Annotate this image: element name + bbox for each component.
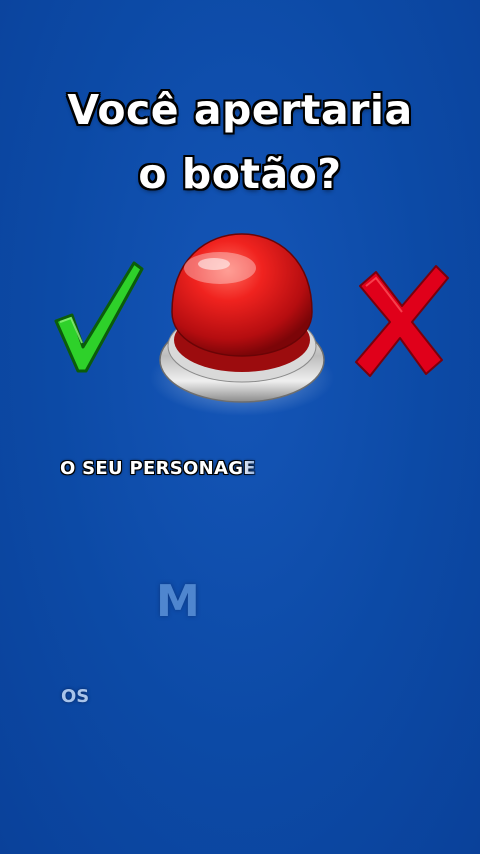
question-title-line-2: o botão?: [138, 150, 342, 198]
caption-letter: M: [156, 576, 200, 627]
caption-text: O SEU PERSONAGE: [60, 458, 256, 479]
green-checkmark-icon: [54, 261, 144, 373]
red-push-button-icon[interactable]: [150, 228, 334, 416]
video-frame: Você apertaria o botão? O SEU PERSONAGE …: [0, 0, 480, 854]
question-title: Você apertaria o botão?: [0, 78, 480, 206]
red-x-icon: [355, 265, 449, 377]
question-title-line-1: Você apertaria: [67, 86, 413, 134]
caption-next-word: OS: [61, 686, 90, 707]
